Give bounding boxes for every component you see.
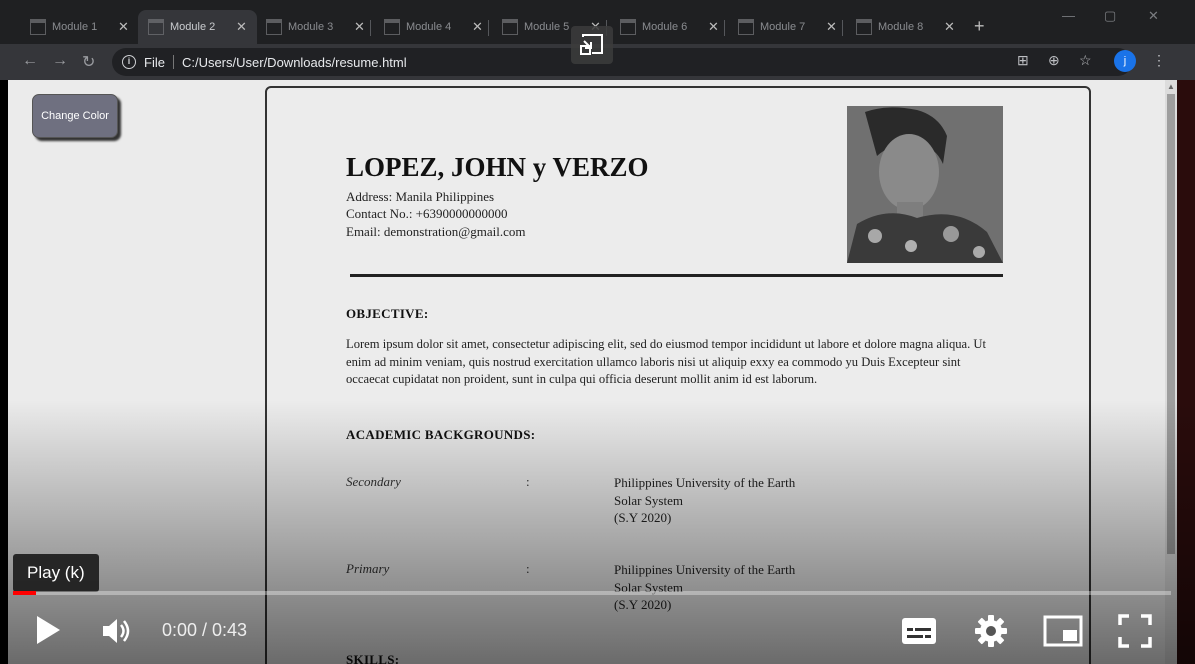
tab-title: Module 3 xyxy=(288,21,334,33)
resume-paper: LOPEZ, JOHN y VERZO Address: Manila Phil… xyxy=(265,86,1091,664)
edu-level: Primary xyxy=(346,561,390,576)
translate-icon[interactable]: ⊞ xyxy=(1017,52,1029,69)
minimize-icon[interactable]: — xyxy=(1062,8,1075,23)
subtitles-button[interactable] xyxy=(901,616,937,651)
close-icon[interactable]: ✕ xyxy=(944,19,955,35)
exit-pip-icon xyxy=(580,34,603,55)
page-viewport: Change Color LOPEZ, JOHN y VERZO Address… xyxy=(8,80,1165,664)
page-icon xyxy=(266,19,282,35)
tab-separator xyxy=(724,20,725,36)
close-icon[interactable]: ✕ xyxy=(354,19,365,35)
close-icon[interactable]: ✕ xyxy=(826,19,837,35)
edu-year: (S.Y 2020) xyxy=(614,510,672,525)
tab-title: Module 7 xyxy=(760,21,806,33)
page-icon xyxy=(502,19,518,35)
page-icon xyxy=(738,19,754,35)
tab-separator xyxy=(488,20,489,36)
profile-avatar[interactable]: j xyxy=(1114,50,1136,72)
maximize-icon[interactable]: ▢ xyxy=(1104,8,1116,24)
tab-separator xyxy=(842,20,843,36)
page-icon xyxy=(620,19,636,35)
zoom-icon[interactable]: ⊕ xyxy=(1048,52,1060,69)
tab-separator xyxy=(370,20,371,36)
tab-title: Module 6 xyxy=(642,21,688,33)
page-icon xyxy=(148,19,164,35)
volume-icon xyxy=(103,619,130,643)
change-color-button[interactable]: Change Color xyxy=(32,94,118,138)
play-button[interactable] xyxy=(34,614,62,651)
close-icon[interactable]: ✕ xyxy=(118,19,129,35)
close-icon[interactable]: ✕ xyxy=(472,19,483,35)
edu-location: Solar System xyxy=(614,492,683,508)
play-tooltip: Play (k) xyxy=(13,554,99,592)
page-icon xyxy=(856,19,872,35)
url-separator xyxy=(172,55,174,69)
tab-module-3[interactable]: Module 3 ✕ xyxy=(256,10,375,44)
scroll-thumb[interactable] xyxy=(1167,94,1175,554)
bookmark-star-icon[interactable]: ☆ xyxy=(1079,52,1092,69)
subtitles-icon xyxy=(902,618,936,644)
gear-icon xyxy=(975,615,1007,647)
academic-heading: ACADEMIC BACKGROUNDS: xyxy=(346,427,536,442)
miniplayer-icon xyxy=(1043,615,1083,647)
tab-module-7[interactable]: Module 7 ✕ xyxy=(728,10,847,44)
resume-email: Email: demonstration@gmail.com xyxy=(346,224,526,239)
address-bar[interactable]: i File C:/Users/User/Downloads/resume.ht… xyxy=(112,48,1132,76)
back-icon[interactable]: ← xyxy=(22,52,38,70)
tab-module-8[interactable]: Module 8 ✕ xyxy=(846,10,965,44)
fullscreen-button[interactable] xyxy=(1118,614,1152,653)
tab-module-6[interactable]: Module 6 ✕ xyxy=(610,10,729,44)
close-icon[interactable]: ✕ xyxy=(708,19,719,35)
page-icon xyxy=(384,19,400,35)
resume-contact: Contact No.: +6390000000000 xyxy=(346,206,508,221)
info-icon[interactable]: i xyxy=(122,55,136,69)
menu-icon[interactable]: ⋮ xyxy=(1152,52,1166,69)
edu-school: Philippines University of the Earth xyxy=(614,562,796,577)
header-divider xyxy=(350,274,1003,277)
edu-school-block: Philippines University of the Earth Sola… xyxy=(614,474,795,527)
url-text[interactable]: C:/Users/User/Downloads/resume.html xyxy=(182,55,407,70)
tab-module-2[interactable]: Module 2 ✕ xyxy=(138,10,257,44)
exit-pip-button[interactable] xyxy=(571,26,613,64)
settings-button[interactable] xyxy=(974,614,1008,653)
edu-school: Philippines University of the Earth xyxy=(614,475,796,490)
page-icon xyxy=(30,19,46,35)
page-scrollbar[interactable]: ▲ xyxy=(1165,80,1177,664)
progress-bar[interactable] xyxy=(13,591,1171,595)
close-window-icon[interactable]: ✕ xyxy=(1148,8,1159,24)
edu-colon: : xyxy=(526,474,530,489)
tab-title: Module 2 xyxy=(170,21,216,33)
tab-module-4[interactable]: Module 4 ✕ xyxy=(374,10,493,44)
tab-title: Module 8 xyxy=(878,21,924,33)
volume-button[interactable] xyxy=(100,615,132,652)
edu-colon: : xyxy=(526,561,530,576)
profile-photo xyxy=(847,106,1003,263)
progress-played xyxy=(13,591,37,595)
play-icon xyxy=(37,616,60,644)
fullscreen-icon xyxy=(1118,614,1152,648)
objective-text: Lorem ipsum dolor sit amet, consectetur … xyxy=(346,337,987,386)
time-display: 0:00 / 0:43 xyxy=(162,620,248,640)
skills-heading: SKILLS: xyxy=(346,652,400,664)
objective-heading: OBJECTIVE: xyxy=(346,306,429,321)
resume-address: Address: Manila Philippines xyxy=(346,189,495,204)
reload-icon[interactable]: ↻ xyxy=(82,52,95,72)
tab-title: Module 1 xyxy=(52,21,98,33)
scroll-up-icon[interactable]: ▲ xyxy=(1167,82,1175,91)
tab-title: Module 4 xyxy=(406,21,452,33)
new-tab-button[interactable]: + xyxy=(974,16,985,37)
edu-year: (S.Y 2020) xyxy=(614,597,672,612)
forward-icon[interactable]: → xyxy=(52,52,68,70)
miniplayer-button[interactable] xyxy=(1043,614,1083,653)
edu-school-block: Philippines University of the Earth Sola… xyxy=(614,561,795,614)
background-strip xyxy=(1177,80,1195,664)
close-icon[interactable]: ✕ xyxy=(236,19,247,35)
url-scheme: File xyxy=(144,54,165,70)
resume-name: LOPEZ, JOHN y VERZO xyxy=(346,152,649,182)
edu-level: Secondary xyxy=(346,474,401,489)
tab-module-1[interactable]: Module 1 ✕ xyxy=(20,10,139,44)
